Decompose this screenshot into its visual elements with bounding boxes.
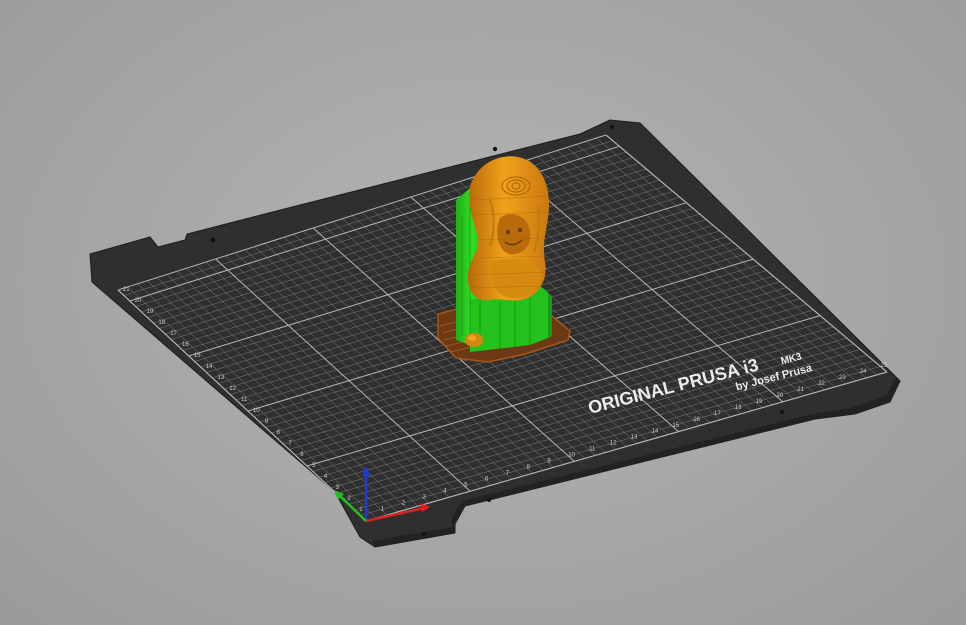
x-tick-label: 21 xyxy=(797,387,804,393)
x-tick-label: 16 xyxy=(693,417,700,423)
figurine-eye-left xyxy=(505,229,511,235)
x-tick-label: 25 xyxy=(881,363,888,369)
x-tick-label: 19 xyxy=(756,399,763,405)
x-tick-label: 10 xyxy=(568,453,575,459)
y-tick-label: 13 xyxy=(218,375,225,381)
x-tick-label: 12 xyxy=(610,441,617,447)
y-tick-label: 20 xyxy=(135,298,142,304)
x-tick-label: 18 xyxy=(735,405,742,411)
y-tick-label: 15 xyxy=(194,353,201,359)
x-tick-label: 22 xyxy=(818,381,825,387)
x-tick-label: 23 xyxy=(839,375,846,381)
x-tick-label: 11 xyxy=(589,447,596,453)
x-tick-label: 13 xyxy=(631,435,638,441)
y-tick-label: 12 xyxy=(229,386,236,392)
y-tick-label: 19 xyxy=(147,309,154,315)
x-tick-label: 20 xyxy=(777,393,784,399)
y-tick-label: 10 xyxy=(253,408,260,414)
y-tick-label: 17 xyxy=(170,331,177,337)
x-tick-label: 14 xyxy=(652,429,659,435)
y-tick-label: 11 xyxy=(241,397,248,403)
figurine-foot-highlight xyxy=(468,335,476,341)
3d-viewport[interactable]: 1 2 3 4 5 6 7 8 9 10 11 12 13 14 15 16 17 18 19 20 21 22 23 24 2… xyxy=(0,0,966,625)
x-tick-label: 24 xyxy=(860,369,867,375)
figurine-eye-right xyxy=(517,227,523,233)
y-tick-label: 16 xyxy=(182,342,189,348)
y-tick-label: 21 xyxy=(123,287,130,293)
x-tick-label: 15 xyxy=(672,423,679,429)
x-tick-label: 17 xyxy=(714,411,721,417)
y-tick-label: 18 xyxy=(158,320,165,326)
y-tick-label: 14 xyxy=(206,364,213,370)
scene-canvas[interactable]: 1234567891011121314151617181920212223242… xyxy=(0,0,966,625)
